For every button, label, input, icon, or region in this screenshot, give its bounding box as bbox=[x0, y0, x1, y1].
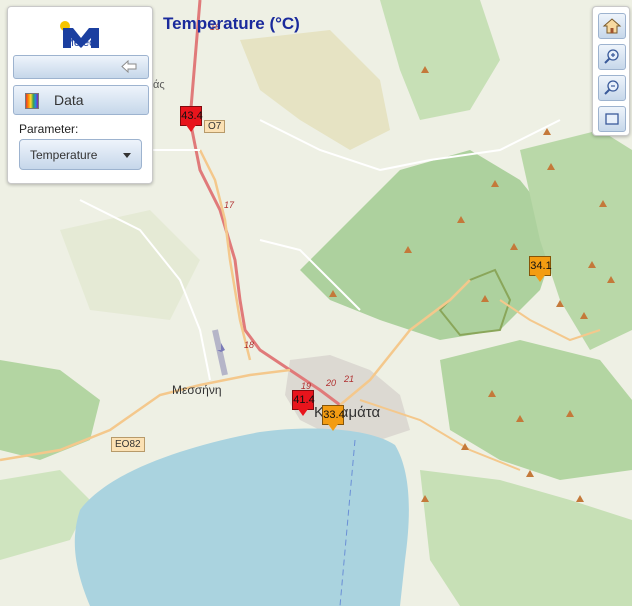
parameter-select[interactable]: Temperature bbox=[19, 139, 142, 170]
road-number: 20 bbox=[326, 378, 337, 388]
home-icon bbox=[602, 18, 622, 34]
station-value: 33.4 bbox=[323, 409, 345, 421]
zoom-in-button[interactable] bbox=[598, 44, 626, 70]
zoom-extent-icon bbox=[605, 113, 619, 125]
station-value: 41.4 bbox=[293, 394, 315, 406]
parameter-select-value: Temperature bbox=[30, 148, 98, 162]
map-title: Temperature (°C) bbox=[163, 14, 300, 33]
station-value: 34.1 bbox=[530, 260, 552, 272]
left-arrow-icon bbox=[121, 60, 137, 73]
parameter-label: Parameter: bbox=[19, 122, 79, 136]
station-value: 43.4 bbox=[181, 110, 203, 122]
place-label: άς bbox=[153, 79, 165, 91]
road-number: 18 bbox=[244, 340, 255, 350]
road-number: 17 bbox=[224, 200, 235, 210]
road-number: 21 bbox=[344, 374, 355, 384]
zoom-out-icon bbox=[604, 80, 619, 95]
collapse-panel-button[interactable] bbox=[13, 55, 149, 79]
marker-pointer bbox=[328, 424, 338, 431]
zoom-in-icon bbox=[604, 49, 619, 64]
chevron-down-icon bbox=[123, 153, 131, 158]
home-button[interactable] bbox=[598, 13, 626, 39]
logo-text: Meteo bbox=[64, 37, 96, 49]
marker-pointer bbox=[186, 125, 196, 132]
meteo-m-logo-icon bbox=[60, 21, 99, 48]
town-label-messini: Μεσσήνη bbox=[172, 383, 222, 397]
marker-pointer bbox=[535, 275, 545, 282]
zoom-extent-button[interactable] bbox=[598, 106, 626, 132]
control-panel: Meteo Data Parameter: Temperature bbox=[7, 6, 153, 184]
map-navigation-panel bbox=[592, 6, 630, 136]
zoom-out-button[interactable] bbox=[598, 75, 626, 101]
road-shield-eo82: ΕΟ82 bbox=[111, 437, 145, 452]
marker-pointer bbox=[298, 409, 308, 416]
data-button[interactable]: Data bbox=[13, 85, 149, 115]
road-shield-eo7: O7 bbox=[204, 120, 226, 133]
rainbow-palette-icon bbox=[25, 93, 39, 109]
data-button-label: Data bbox=[54, 92, 84, 108]
